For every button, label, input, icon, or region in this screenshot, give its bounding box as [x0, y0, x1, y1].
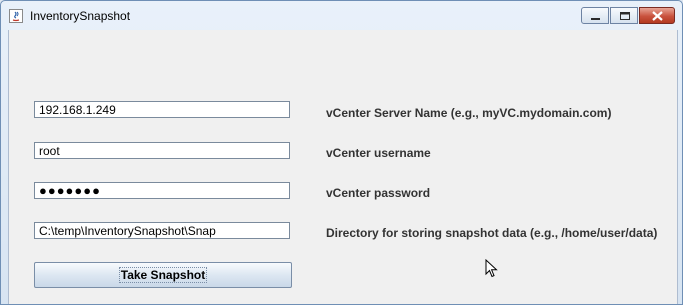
minimize-button[interactable] — [581, 7, 609, 24]
window-title: InventorySnapshot — [30, 9, 131, 23]
java-app-icon — [9, 8, 23, 23]
username-label: vCenter username — [326, 146, 431, 160]
directory-input[interactable] — [34, 222, 290, 239]
server-name-input[interactable] — [34, 101, 290, 118]
title-bar[interactable]: InventorySnapshot — [1, 1, 682, 30]
mouse-cursor-icon — [485, 259, 498, 278]
minimize-icon — [591, 18, 600, 20]
form-panel: vCenter Server Name (e.g., myVC.mydomain… — [8, 30, 678, 304]
password-input[interactable] — [34, 182, 290, 199]
take-snapshot-button[interactable]: Take Snapshot — [34, 262, 292, 288]
server-name-label: vCenter Server Name (e.g., myVC.mydomain… — [326, 106, 612, 120]
password-label: vCenter password — [326, 186, 431, 200]
close-button[interactable] — [639, 7, 675, 24]
app-window: InventorySnapshot vCenter Server Name (e… — [0, 0, 683, 305]
take-snapshot-label: Take Snapshot — [118, 267, 208, 283]
maximize-button[interactable] — [610, 7, 638, 24]
username-input[interactable] — [34, 142, 290, 159]
close-icon — [652, 11, 663, 21]
directory-label: Directory for storing snapshot data (e.g… — [326, 226, 658, 240]
maximize-icon — [620, 12, 630, 20]
